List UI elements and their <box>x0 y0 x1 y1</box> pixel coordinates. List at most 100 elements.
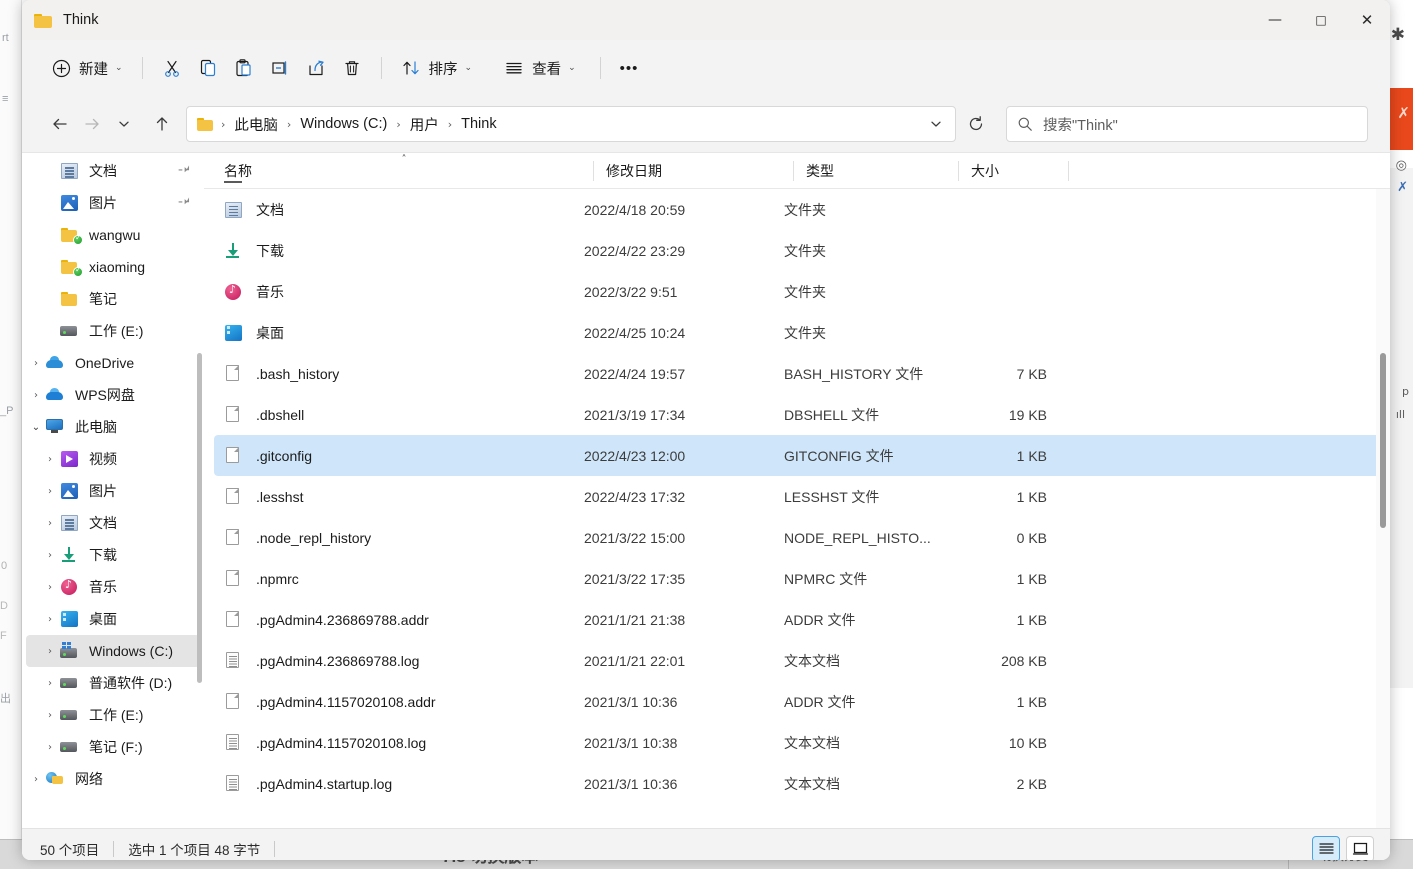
toolbar-divider-3 <box>599 57 601 79</box>
column-header-type-label: 类型 <box>806 162 834 179</box>
large-icons-view-button[interactable] <box>1346 835 1374 860</box>
chevron-right-icon[interactable]: › <box>40 742 60 753</box>
sidebar-item-13[interactable]: › 音乐 <box>26 571 200 603</box>
chevron-right-icon[interactable]: › <box>40 678 60 689</box>
column-divider[interactable] <box>1068 160 1069 181</box>
paste-icon <box>234 58 254 78</box>
details-view-button[interactable] <box>1312 835 1340 860</box>
sidebar-item-11[interactable]: › 文档 <box>26 507 200 539</box>
minimize-button[interactable]: — <box>1252 0 1298 40</box>
chevron-right-icon[interactable]: › <box>40 614 60 625</box>
file-list-scrollbar[interactable] <box>1380 353 1386 528</box>
chevron-right-icon[interactable]: › <box>40 518 60 529</box>
cell-modified-date: 2022/4/25 10:24 <box>584 324 686 341</box>
cell-modified-date: 2022/4/24 19:57 <box>584 365 686 382</box>
table-row[interactable]: .pgAdmin4.236869788.log 2021/1/21 22:01 文本… <box>214 640 1380 681</box>
sidebar-item-4[interactable]: 笔记 <box>26 283 200 315</box>
breadcrumb-dropdown-button[interactable] <box>923 109 949 139</box>
column-header-type[interactable]: 类型 <box>794 153 959 189</box>
refresh-button[interactable] <box>958 106 994 142</box>
chevron-right-icon[interactable]: › <box>40 582 60 593</box>
sidebar-item-6[interactable]: › OneDrive <box>26 347 200 379</box>
chevron-right-icon[interactable]: › <box>40 710 60 721</box>
more-options-button[interactable]: ••• <box>612 51 647 85</box>
view-button[interactable]: 查看 ⌄ <box>496 51 584 85</box>
chevron-right-icon[interactable]: › <box>40 454 60 465</box>
pin-icon[interactable] <box>175 161 196 182</box>
chevron-right-icon[interactable]: › <box>26 774 46 785</box>
search-box[interactable]: 搜索"Think" <box>1006 106 1368 142</box>
table-row[interactable]: .npmrc 2021/3/22 17:35 NPMRC 文件 1 KB <box>214 558 1380 599</box>
breadcrumb-item-windows-c[interactable]: Windows (C:) <box>298 113 389 135</box>
sidebar-item-10[interactable]: › 图片 <box>26 475 200 507</box>
sidebar-item-9[interactable]: › 视频 <box>26 443 200 475</box>
recent-locations-button[interactable] <box>108 108 140 140</box>
background-red-tab-icon: ✗ <box>1397 104 1410 122</box>
chevron-down-icon[interactable]: ⌄ <box>26 422 46 433</box>
table-row[interactable]: .node_repl_history 2021/3/22 15:00 NODE_RE… <box>214 517 1380 558</box>
column-header-date[interactable]: 修改日期 <box>594 153 794 189</box>
up-button[interactable] <box>146 108 178 140</box>
sidebar-item-19[interactable]: › 网络 <box>26 763 200 795</box>
sidebar-item-18[interactable]: › 笔记 (F:) <box>26 731 200 763</box>
sidebar-item-8[interactable]: ⌄ 此电脑 <box>26 411 200 443</box>
sort-button[interactable]: 排序 ⌄ <box>393 51 481 85</box>
cell-modified-date: 2022/4/23 17:32 <box>584 488 686 505</box>
forward-button[interactable] <box>76 108 108 140</box>
breadcrumb[interactable]: › 此电脑 › Windows (C:) › 用户 › Think <box>186 106 956 142</box>
chevron-right-icon[interactable]: › <box>26 358 46 369</box>
breadcrumb-item-users[interactable]: 用户 <box>408 111 441 138</box>
copy-button[interactable] <box>190 51 226 85</box>
table-row[interactable]: .bash_history 2022/4/24 19:57 BASH_HISTORY… <box>214 353 1380 394</box>
sidebar-item-16[interactable]: › 普通软件 (D:) <box>26 667 200 699</box>
share-button[interactable] <box>298 51 334 85</box>
column-header-name[interactable]: ˄ 名称 <box>214 153 594 189</box>
table-row[interactable]: .pgAdmin4.1157020108.addr 2021/3/1 10:36 A… <box>214 681 1380 722</box>
column-headers: ˄ 名称 修改日期 类型 大小 <box>204 153 1390 189</box>
download-icon <box>60 546 82 564</box>
back-button[interactable] <box>44 108 76 140</box>
cut-button[interactable] <box>154 51 190 85</box>
chevron-right-icon[interactable]: › <box>26 390 46 401</box>
table-row[interactable]: 文档 2022/4/18 20:59 文件夹 <box>214 189 1380 230</box>
delete-button[interactable] <box>334 51 370 85</box>
close-button[interactable]: ✕ <box>1344 0 1390 40</box>
sidebar-item-14[interactable]: › 桌面 <box>26 603 200 635</box>
sidebar-item-3[interactable]: xiaoming <box>26 251 200 283</box>
cell-name: 下载 <box>214 241 584 261</box>
table-row[interactable]: .pgAdmin4.236869788.addr 2021/1/21 21:38 A… <box>214 599 1380 640</box>
sidebar-item-17[interactable]: › 工作 (E:) <box>26 699 200 731</box>
sidebar-scrollbar[interactable] <box>197 353 202 683</box>
selection-info-label: 选中 1 个项目 48 字节 <box>128 842 261 858</box>
maximize-button[interactable]: □ <box>1298 0 1344 40</box>
sidebar-item-0[interactable]: 文档 <box>26 155 200 187</box>
pin-icon[interactable] <box>175 193 196 214</box>
chevron-right-icon[interactable]: › <box>40 486 60 497</box>
sidebar-item-15[interactable]: › Windows (C:) <box>26 635 200 667</box>
file-list-pane: ˄ 名称 修改日期 类型 大小 文档 2022/4/18 20:59 文件夹 下… <box>204 153 1390 828</box>
sidebar-item-2[interactable]: wangwu <box>26 219 200 251</box>
chevron-right-icon[interactable]: › <box>40 550 60 561</box>
sidebar-item-7[interactable]: › WPS网盘 <box>26 379 200 411</box>
chevron-right-icon[interactable]: › <box>40 646 60 657</box>
sidebar-item-12[interactable]: › 下载 <box>26 539 200 571</box>
table-row[interactable]: .dbshell 2021/3/19 17:34 DBSHELL 文件 19 KB <box>214 394 1380 435</box>
table-row[interactable]: 音乐 2022/3/22 9:51 文件夹 <box>214 271 1380 312</box>
chevron-down-icon: ⌄ <box>464 63 473 73</box>
table-row[interactable]: 下载 2022/4/22 23:29 文件夹 <box>214 230 1380 271</box>
sidebar-item-1[interactable]: 图片 <box>26 187 200 219</box>
table-row[interactable]: .gitconfig 2022/4/23 12:00 GITCONFIG 文件 1 K… <box>214 435 1380 476</box>
new-button[interactable]: 新建 ⌄ <box>44 51 131 85</box>
breadcrumb-item-this-pc[interactable]: 此电脑 <box>232 111 280 138</box>
table-row[interactable]: .pgAdmin4.startup.log 2021/3/1 10:36 文本文档 2… <box>214 763 1380 804</box>
cell-modified-date: 2022/3/22 9:51 <box>584 283 678 300</box>
column-header-size[interactable]: 大小 <box>959 153 1069 189</box>
rename-button[interactable] <box>262 51 298 85</box>
paste-button[interactable] <box>226 51 262 85</box>
table-row[interactable]: .lesshst 2022/4/23 17:32 LESSHST 文件 1 KB <box>214 476 1380 517</box>
search-input[interactable]: 搜索"Think" <box>1043 114 1118 135</box>
table-row[interactable]: .pgAdmin4.1157020108.log 2021/3/1 10:38 文本… <box>214 722 1380 763</box>
sidebar-item-5[interactable]: 工作 (E:) <box>26 315 200 347</box>
table-row[interactable]: 桌面 2022/4/25 10:24 文件夹 <box>214 312 1380 353</box>
breadcrumb-item-think[interactable]: Think <box>459 113 498 135</box>
